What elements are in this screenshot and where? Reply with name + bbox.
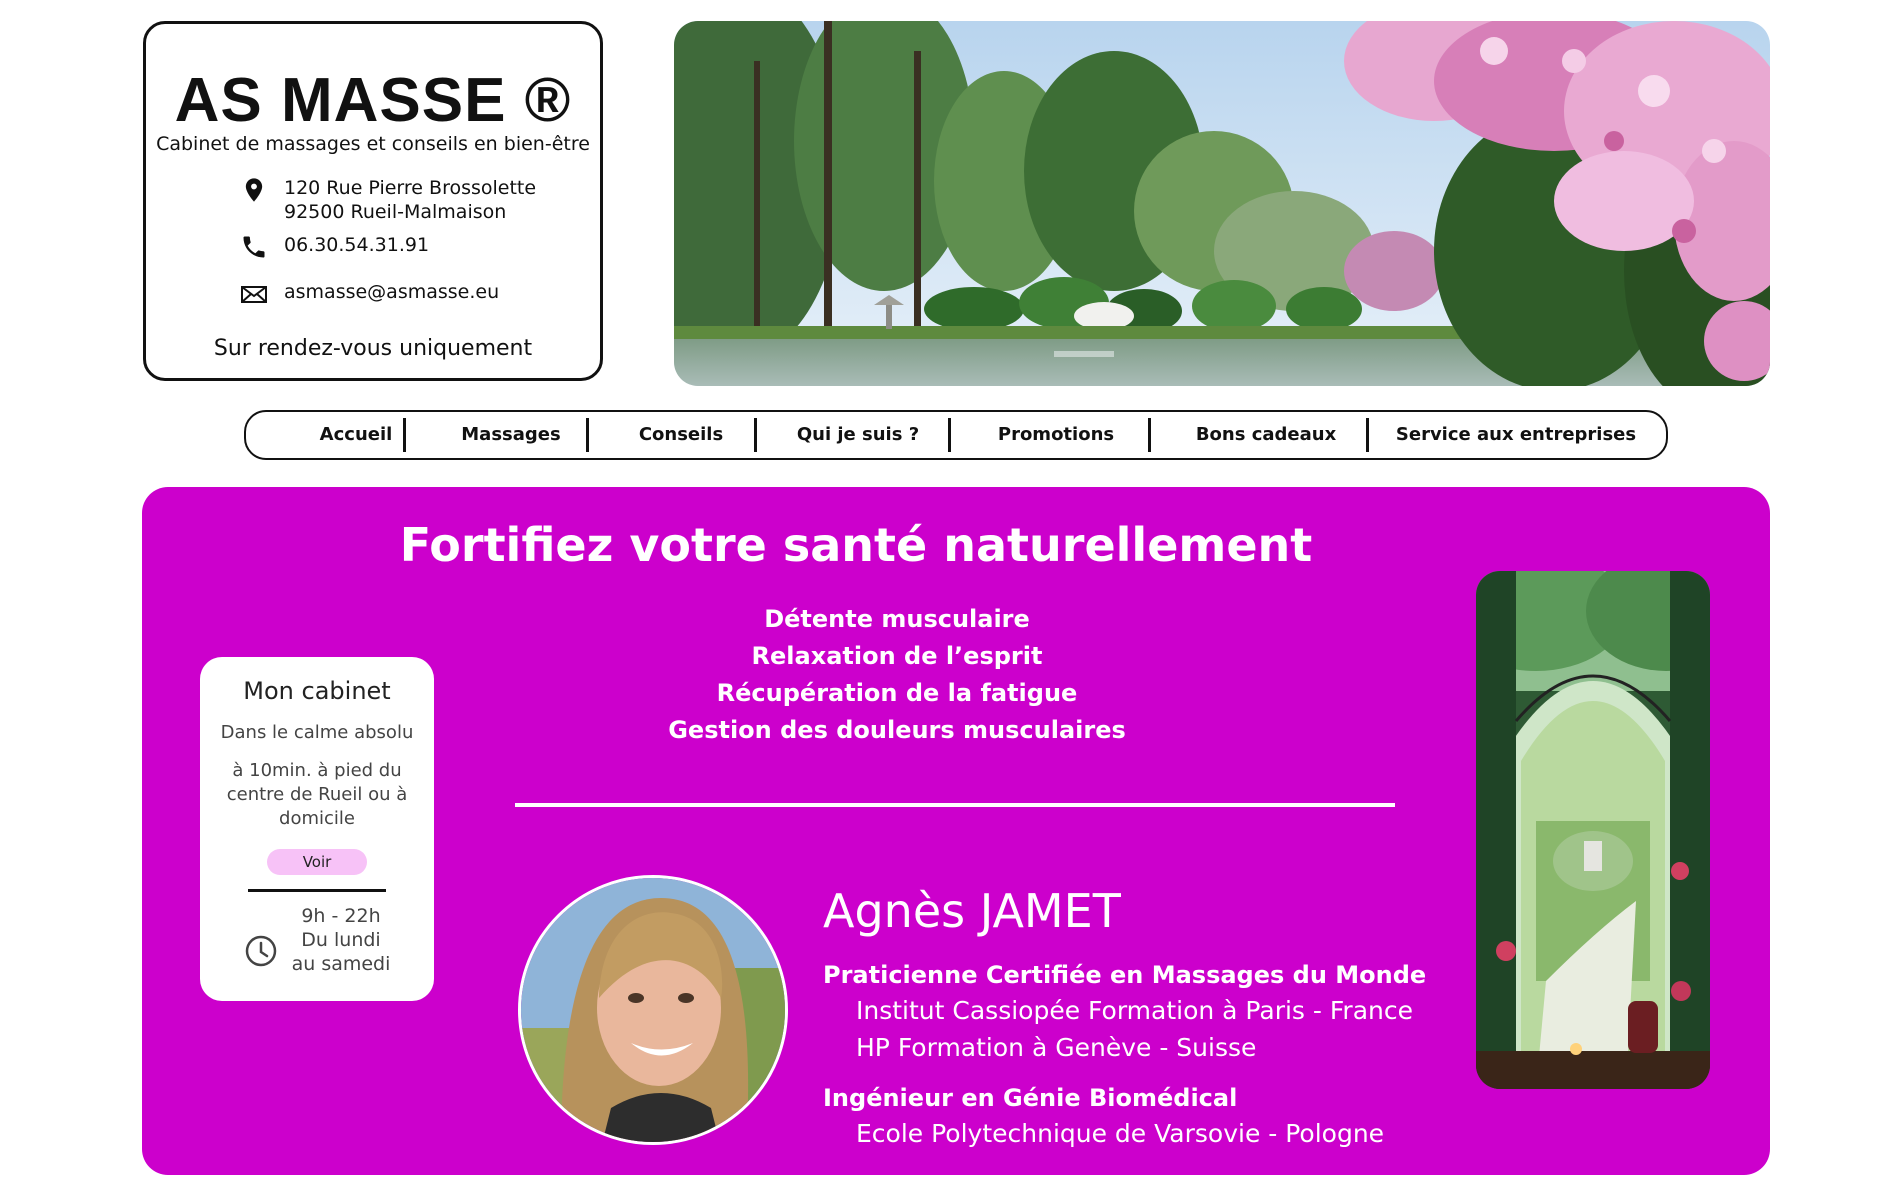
cabinet-title: Mon cabinet xyxy=(243,677,391,705)
site-subtitle: Cabinet de massages et conseils en bien-… xyxy=(156,133,590,155)
voir-button[interactable]: Voir xyxy=(267,849,367,875)
address-row: 120 Rue Pierre Brossolette 92500 Rueil-M… xyxy=(240,176,536,224)
nav-promotions[interactable]: Promotions xyxy=(966,412,1146,458)
cabinet-location-text: à 10min. à pied du centre de Rueil ou à … xyxy=(226,760,408,829)
nav-divider xyxy=(1366,418,1369,452)
nav-bons-cadeaux[interactable]: Bons cadeaux xyxy=(1166,412,1366,458)
nav-divider xyxy=(586,418,589,452)
training-polytechnique: Ecole Polytechnique de Varsovie - Pologn… xyxy=(856,1119,1385,1148)
hours-time: 9h - 22h xyxy=(301,905,381,927)
benefit-item: Gestion des douleurs musculaires xyxy=(668,716,1126,744)
cabinet-divider xyxy=(248,889,386,892)
appointment-note: Sur rendez-vous uniquement xyxy=(213,336,533,361)
phone-icon xyxy=(243,236,265,258)
benefit-item: Relaxation de l’esprit xyxy=(751,642,1043,670)
opening-hours: 9h - 22h Du lundi au samedi xyxy=(200,904,434,984)
email-address[interactable]: asmasse@asmasse.eu xyxy=(284,280,499,304)
garden-banner-image xyxy=(674,21,1770,386)
cabinet-calm-text: Dans le calme absolu xyxy=(220,722,414,743)
section-divider xyxy=(515,803,1395,807)
phone-number[interactable]: 06.30.54.31.91 xyxy=(284,233,429,257)
nav-qui-je-suis[interactable]: Qui je suis ? xyxy=(773,412,943,458)
envelope-icon xyxy=(241,286,267,303)
nav-divider xyxy=(1148,418,1151,452)
hero-panel: Fortifiez votre santé naturellement Déte… xyxy=(142,487,1770,1175)
training-hp-formation: HP Formation à Genève - Suisse xyxy=(856,1033,1257,1062)
nav-conseils[interactable]: Conseils xyxy=(606,412,756,458)
nav-massages[interactable]: Massages xyxy=(441,412,581,458)
location-pin-icon xyxy=(245,178,263,202)
benefit-item: Détente musculaire xyxy=(764,605,1030,633)
site-title: AS MASSE ® xyxy=(174,66,572,135)
brand-card: AS MASSE ® Cabinet de massages et consei… xyxy=(143,21,603,381)
main-nav: Accueil Massages Conseils Qui je suis ? … xyxy=(244,410,1668,460)
hours-days: Du lundi xyxy=(301,929,381,951)
cabinet-card: Mon cabinet Dans le calme absolu à 10min… xyxy=(200,657,434,1001)
benefit-item: Récupération de la fatigue xyxy=(716,679,1078,707)
benefits-list: Détente musculaire Relaxation de l’espri… xyxy=(542,601,1252,749)
phone-row[interactable]: 06.30.54.31.91 xyxy=(240,233,429,261)
address-line1: 120 Rue Pierre Brossolette xyxy=(284,177,537,199)
address-line2: 92500 Rueil-Malmaison xyxy=(284,201,507,223)
nav-divider xyxy=(948,418,951,452)
nav-service-entreprises[interactable]: Service aux entreprises xyxy=(1376,412,1656,458)
hero-headline: Fortifiez votre santé naturellement xyxy=(399,518,1313,572)
therapist-name: Agnès JAMET xyxy=(823,884,1121,938)
nav-divider xyxy=(754,418,757,452)
nav-divider xyxy=(403,418,406,452)
clock-icon xyxy=(245,935,277,967)
email-row[interactable]: asmasse@asmasse.eu xyxy=(240,280,499,308)
therapist-portrait xyxy=(518,875,788,1145)
therapist-certification: Praticienne Certifiée en Massages du Mon… xyxy=(823,961,1427,989)
therapist-engineering-degree: Ingénieur en Génie Biomédical xyxy=(823,1084,1238,1112)
garden-mural-image xyxy=(1476,571,1710,1089)
hours-days: au samedi xyxy=(291,953,391,975)
training-institut-cassiopee: Institut Cassiopée Formation à Paris - F… xyxy=(856,996,1413,1025)
